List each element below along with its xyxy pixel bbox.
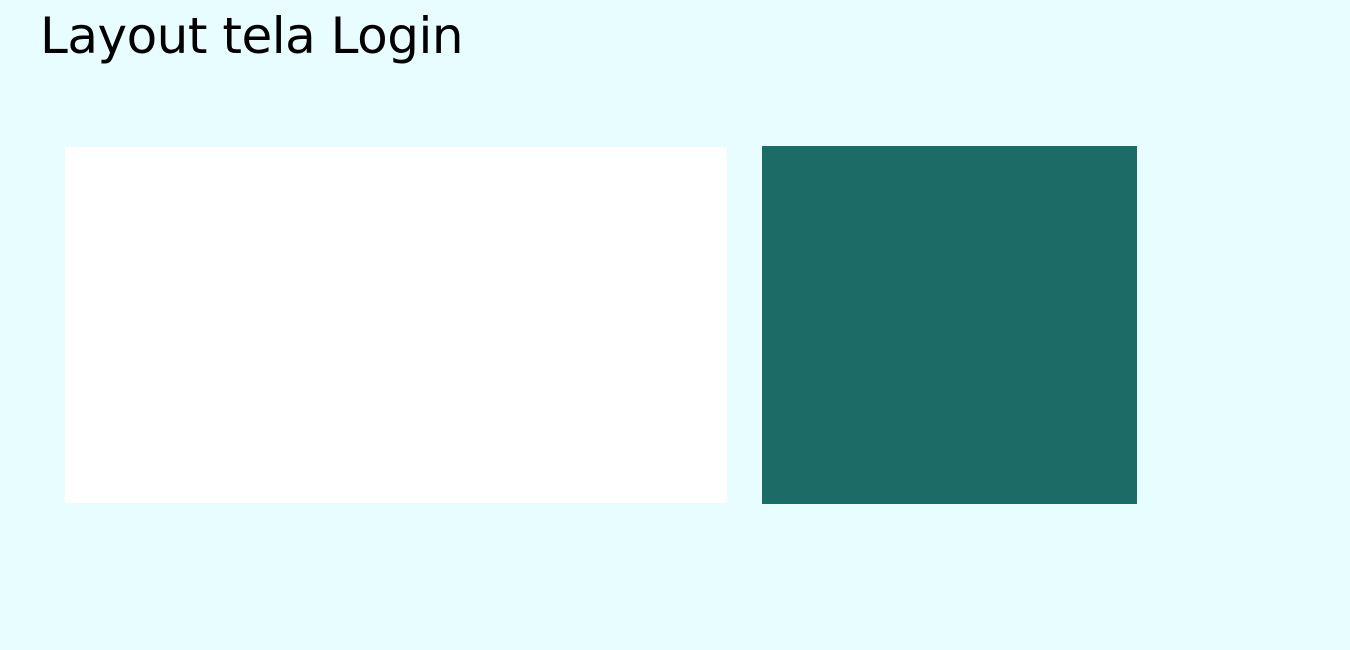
login-side-panel (762, 146, 1137, 504)
login-form-panel (65, 147, 727, 503)
page-title: Layout tela Login (40, 7, 464, 65)
